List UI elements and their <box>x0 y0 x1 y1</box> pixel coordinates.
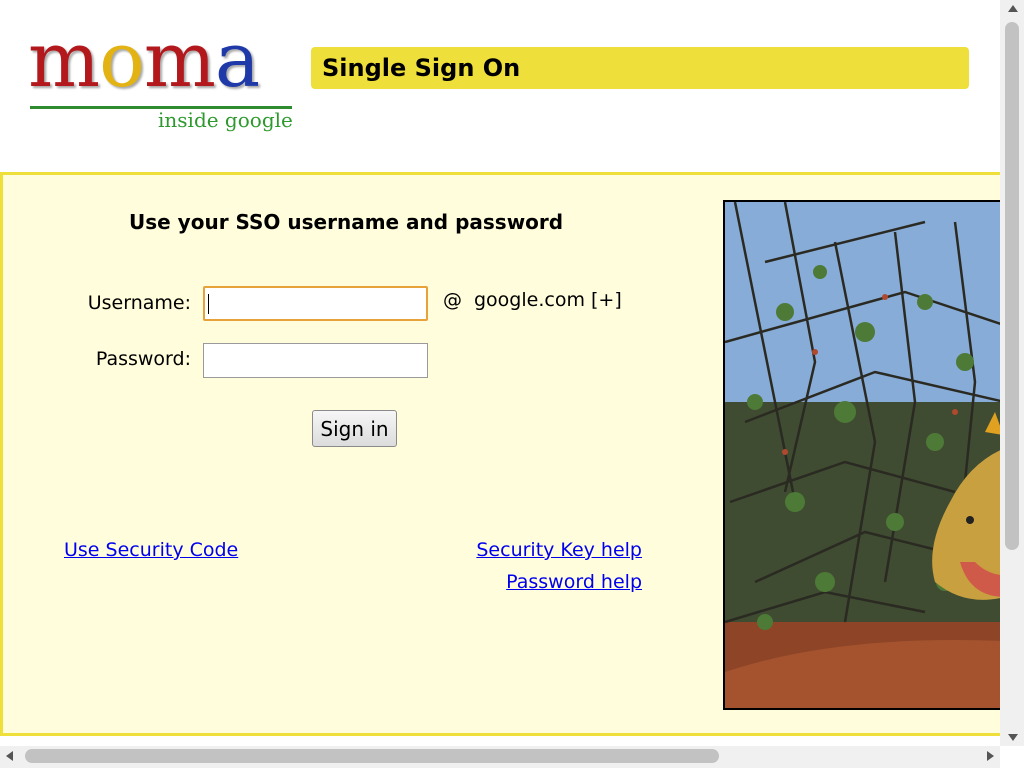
security-key-help-link[interactable]: Security Key help <box>476 539 642 561</box>
vertical-scroll-thumb[interactable] <box>1005 22 1019 550</box>
scrollbar-corner <box>1000 746 1024 768</box>
arrow-down-icon[interactable] <box>1008 734 1018 741</box>
logo-letter-o: o <box>99 15 145 104</box>
password-label: Password: <box>95 348 191 370</box>
logo-word: moma <box>28 22 260 98</box>
page: moma inside google Single Sign On Use yo… <box>0 0 1000 746</box>
iguana-photo <box>723 200 1000 710</box>
iguana-photo-icon <box>725 202 1000 708</box>
at-sign: @ <box>443 289 462 311</box>
arrow-right-icon[interactable] <box>987 751 994 761</box>
login-heading: Use your SSO username and password <box>129 210 564 234</box>
password-input[interactable] <box>203 343 428 378</box>
page-title: Single Sign On <box>311 47 969 89</box>
logo-subtitle: inside google <box>158 108 293 132</box>
logo-letter-a: a <box>214 15 260 104</box>
login-panel: Use your SSO username and password Usern… <box>0 172 1000 736</box>
domain-label[interactable]: google.com [+] <box>474 289 622 311</box>
arrow-left-icon[interactable] <box>6 751 13 761</box>
logo-letter-m2: m <box>143 15 216 104</box>
text-caret <box>208 294 209 314</box>
domain-selector[interactable]: @ google.com [+] <box>443 289 622 311</box>
username-label: Username: <box>87 292 191 314</box>
password-help-link[interactable]: Password help <box>506 571 642 593</box>
arrow-up-icon[interactable] <box>1008 5 1018 12</box>
logo-letter-m1: m <box>28 15 100 104</box>
horizontal-scrollbar[interactable] <box>0 746 1000 768</box>
use-security-code-link[interactable]: Use Security Code <box>64 539 238 561</box>
sign-in-button[interactable]: Sign in <box>312 410 397 447</box>
horizontal-scroll-thumb[interactable] <box>25 749 719 763</box>
username-input[interactable] <box>203 286 428 321</box>
vertical-scrollbar[interactable] <box>1000 0 1024 746</box>
moma-logo: moma inside google <box>28 22 296 133</box>
